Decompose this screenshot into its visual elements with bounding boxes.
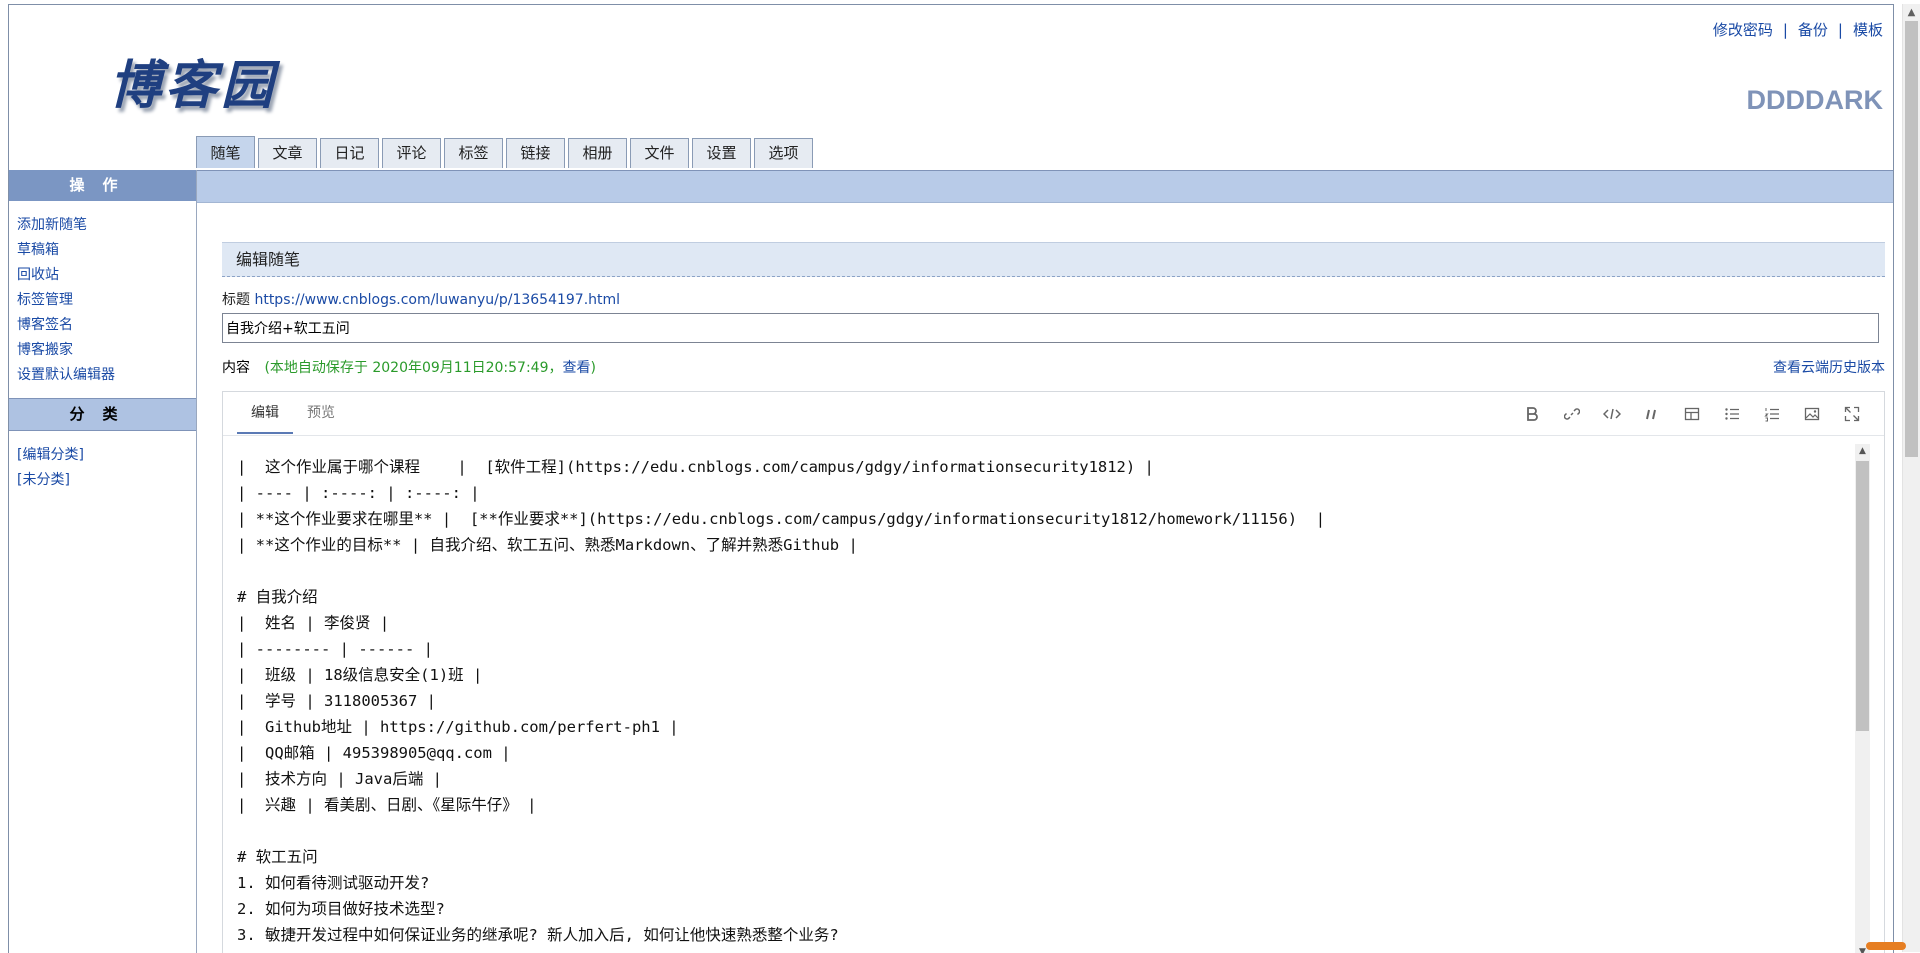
- sidebar-item: 草稿箱: [17, 238, 196, 263]
- bullet-list-icon[interactable]: [1712, 406, 1752, 426]
- code-line: | ---- | :----: | :----: |: [237, 484, 480, 502]
- sidebar-item: 回收站: [17, 263, 196, 288]
- sidebar-ops-list: 添加新随笔 草稿箱 回收站 标签管理 博客签名 博客搬家 设置默认编辑器: [9, 201, 196, 398]
- autosave-status: (本地自动保存于 2020年09月11日20:57:49，查看): [264, 360, 596, 376]
- tab-files[interactable]: 文件: [630, 138, 689, 168]
- tab-posts[interactable]: 随笔: [196, 136, 255, 168]
- editor-section: 编辑随笔 标题 https://www.cnblogs.com/luwanyu/…: [222, 242, 1885, 953]
- quote-icon[interactable]: [1632, 406, 1672, 426]
- autosave-text: (本地自动保存于 2020年09月11日20:57:49，: [264, 360, 563, 376]
- code-icon[interactable]: [1592, 406, 1632, 426]
- markdown-textarea[interactable]: | 这个作业属于哪个课程 | [软件工程](https://edu.cnblog…: [237, 454, 1844, 953]
- separator: |: [1837, 21, 1843, 39]
- top-links: 修改密码 | 备份 | 模板: [1713, 19, 1883, 40]
- autosave-view-link[interactable]: 查看: [563, 360, 591, 376]
- sidebar-item-uncategorized[interactable]: [未分类]: [17, 472, 70, 488]
- code-line: # 软工五问: [237, 848, 318, 866]
- tab-edit[interactable]: 编辑: [237, 392, 293, 434]
- tab-diary[interactable]: 日记: [320, 138, 379, 168]
- page-frame: 博客园 修改密码 | 备份 | 模板 DDDDARK 随笔 文章 日记 评论 标签 链接…: [8, 4, 1894, 953]
- sidebar-item-default-editor[interactable]: 设置默认编辑器: [17, 367, 115, 383]
- sidebar-item: 设置默认编辑器: [17, 363, 196, 388]
- main-tabs: 随笔 文章 日记 评论 标签 链接 相册 文件 设置 选项: [196, 136, 816, 168]
- editor-tabs: 编辑 预览: [237, 392, 349, 434]
- scroll-up-icon[interactable]: ▲: [1855, 444, 1870, 459]
- tab-content-bar: [196, 170, 1893, 203]
- sidebar-item-signature[interactable]: 博客签名: [17, 317, 73, 333]
- sidebar-item: [未分类]: [17, 468, 196, 493]
- sidebar-item: 博客搬家: [17, 338, 196, 363]
- code-line: | -------- | ------ |: [237, 640, 433, 658]
- code-line: 3. 敏捷开发过程中如何保证业务的继承呢? 新人加入后, 如何让他快速熟悉整个业…: [237, 926, 839, 944]
- blog-name[interactable]: DDDDARK: [1747, 85, 1884, 116]
- tab-comments[interactable]: 评论: [382, 138, 441, 168]
- editor-toolbar: [1512, 406, 1872, 426]
- sidebar-category-list: [编辑分类] [未分类]: [9, 431, 196, 503]
- sidebar-item-add-post[interactable]: 添加新随笔: [17, 217, 87, 233]
- content-row: 内容 (本地自动保存于 2020年09月11日20:57:49，查看) 查看云端…: [222, 357, 1885, 377]
- sidebar-item: 博客签名: [17, 313, 196, 338]
- sidebar-item-drafts[interactable]: 草稿箱: [17, 242, 59, 258]
- scroll-up-icon[interactable]: ▲: [1903, 4, 1920, 21]
- title-row: 标题 https://www.cnblogs.com/luwanyu/p/136…: [222, 289, 1885, 309]
- section-heading: 编辑随笔: [222, 242, 1885, 277]
- sidebar-item-tag-manage[interactable]: 标签管理: [17, 292, 73, 308]
- table-icon[interactable]: [1672, 406, 1712, 426]
- sidebar-item: 标签管理: [17, 288, 196, 313]
- scrollbar-thumb[interactable]: [1856, 461, 1869, 731]
- code-line: | 姓名 | 李俊贤 |: [237, 614, 390, 632]
- code-line: 1. 如何看待测试驱动开发?: [237, 874, 430, 892]
- code-line: | QQ邮箱 | 495398905@qq.com |: [237, 744, 511, 762]
- post-url-link[interactable]: https://www.cnblogs.com/luwanyu/p/136541…: [254, 292, 620, 308]
- title-input[interactable]: 自我介绍+软工五问: [222, 313, 1879, 343]
- image-icon[interactable]: [1792, 406, 1832, 426]
- editor-scrollbar[interactable]: ▲ ▼: [1855, 444, 1870, 953]
- code-line: | **这个作业要求在哪里** | [**作业要求**](https://edu…: [237, 510, 1326, 528]
- template-link[interactable]: 模板: [1853, 21, 1883, 39]
- numbered-list-icon[interactable]: [1752, 406, 1792, 426]
- code-line: | 班级 | 18级信息安全(1)班 |: [237, 666, 483, 684]
- backup-link[interactable]: 备份: [1798, 21, 1828, 39]
- tab-albums[interactable]: 相册: [568, 138, 627, 168]
- autosave-close: ): [590, 360, 596, 376]
- change-password-link[interactable]: 修改密码: [1713, 21, 1773, 39]
- sidebar-item-blog-move[interactable]: 博客搬家: [17, 342, 73, 358]
- sidebar-item-recycle[interactable]: 回收站: [17, 267, 59, 283]
- tab-articles[interactable]: 文章: [258, 138, 317, 168]
- code-line: 2. 如何为项目做好技术选型?: [237, 900, 445, 918]
- sidebar-category-heading: 分类: [9, 398, 196, 431]
- fullscreen-icon[interactable]: [1832, 406, 1872, 426]
- sidebar-item: [编辑分类]: [17, 443, 196, 468]
- tab-tags[interactable]: 标签: [444, 138, 503, 168]
- code-line: | 兴趣 | 看美剧、日剧、《星际牛仔》 |: [237, 796, 537, 814]
- separator: |: [1782, 21, 1788, 39]
- sidebar-ops-heading: 操作: [9, 170, 196, 201]
- tab-options[interactable]: 选项: [754, 138, 813, 168]
- link-icon[interactable]: [1552, 406, 1592, 426]
- sidebar-item-edit-category[interactable]: [编辑分类]: [17, 447, 84, 463]
- title-label: 标题: [222, 292, 250, 308]
- cloud-history-link[interactable]: 查看云端历史版本: [1773, 357, 1885, 377]
- content-label: 内容: [222, 360, 250, 376]
- window-scrollbar-thumb[interactable]: [1905, 21, 1918, 457]
- code-line: | 这个作业属于哪个课程 | [软件工程](https://edu.cnblog…: [237, 458, 1154, 476]
- sidebar: 操作 添加新随笔 草稿箱 回收站 标签管理 博客签名 博客搬家 设置默认编辑器 …: [9, 170, 197, 953]
- tab-settings[interactable]: 设置: [692, 138, 751, 168]
- bold-icon[interactable]: [1512, 406, 1552, 426]
- code-line: | 技术方向 | Java后端 |: [237, 770, 442, 788]
- sidebar-item: 添加新随笔: [17, 213, 196, 238]
- code-line: | **这个作业的目标** | 自我介绍、软工五问、熟悉Markdown、了解并…: [237, 536, 858, 554]
- code-line: # 自我介绍: [237, 588, 318, 606]
- code-line: | Github地址 | https://github.com/perfert-…: [237, 718, 679, 736]
- editor-divider: [223, 435, 1884, 436]
- site-logo[interactable]: 博客园: [109, 43, 277, 118]
- tab-preview[interactable]: 预览: [293, 392, 349, 434]
- code-line: | 学号 | 3118005367 |: [237, 692, 436, 710]
- markdown-editor: 编辑 预览 | 这个作业属于哪个课程 | [软件工程](https://edu.…: [222, 391, 1885, 953]
- resize-handle[interactable]: [1866, 942, 1906, 950]
- tab-links[interactable]: 链接: [506, 138, 565, 168]
- window-scrollbar[interactable]: ▲: [1902, 4, 1920, 952]
